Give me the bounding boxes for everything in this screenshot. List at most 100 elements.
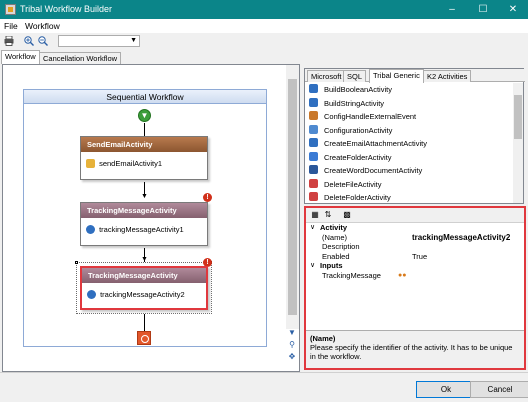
workflow-start-icon: ▼ [138,109,151,122]
property-row[interactable]: Description [306,242,524,252]
title-bar: Tribal Workflow Builder – ☐ ✕ [0,0,528,19]
sequential-workflow[interactable]: Sequential Workflow ▼ SendEmailActivity … [23,89,267,347]
activity-type-label: SendEmailActivity [81,137,207,152]
categorized-view-icon[interactable]: ▦ [310,210,320,220]
sequential-workflow-header: Sequential Workflow [24,90,266,104]
toolbox-list: BuildBooleanActivity BuildStringActivity C… [305,83,513,203]
scrollbar-thumb[interactable] [288,79,297,315]
toolbox-item[interactable]: DeleteFolderActivity [305,191,513,203]
zoom-in-icon[interactable] [24,36,34,46]
minimize-button[interactable]: – [437,0,467,19]
email-activity-icon [86,159,95,168]
toolbox-item-label: CreateWordDocumentActivity [324,166,423,175]
property-name: (Name) [322,232,348,242]
tab-tribal-generic[interactable]: Tribal Generic [369,69,424,83]
toolbox-item[interactable]: CreateWordDocumentActivity [305,164,513,178]
chevron-down-icon[interactable]: ▼ [130,37,137,44]
toolbox-item-label: ConfigurationActivity [324,125,393,135]
activity-name-label: sendEmailActivity1 [99,159,163,168]
print-icon[interactable] [4,36,14,46]
tab-workflow[interactable]: Workflow [1,50,40,64]
scrollbar-thumb[interactable] [514,95,522,139]
tab-sql[interactable]: SQL [343,70,367,82]
toolbox-item-label: DeleteFolderActivity [324,193,391,202]
property-pages-icon[interactable]: ▩ [342,210,352,220]
category-name: Activity [320,223,348,232]
toolbar: ▼ [0,33,528,49]
menu-workflow[interactable]: Workflow [25,21,60,31]
activity-name-label: trackingMessageActivity2 [100,290,185,299]
cancel-button[interactable]: Cancel [470,381,528,398]
config-gear-icon [309,124,318,134]
activity-type-label: TrackingMessageActivity [82,268,206,283]
arrow-down-icon: ▼ [141,193,148,200]
property-row[interactable]: Enabled True [306,252,524,262]
toolbox-item-label: DeleteFileActivity [324,179,382,189]
designer-vertical-scrollbar[interactable] [286,65,299,329]
tab-cancellation-workflow[interactable]: Cancellation Workflow [39,52,122,64]
property-row[interactable]: (Name) trackingMessageActivity2 [306,233,524,243]
info-icon [87,290,96,299]
event-handler-icon [309,111,318,120]
category-name: Inputs [320,261,343,270]
zoom-out-icon[interactable] [38,36,48,46]
workflow-end-icon [137,331,151,345]
toolbox-tabs: Microsoft SQL Tribal Generic K2 Activiti… [305,69,525,83]
maximize-button[interactable]: ☐ [468,0,498,19]
error-badge-icon[interactable]: ! [203,193,212,202]
activity-type-label: TrackingMessageActivity [81,203,207,218]
toolbox-item-label: CreateEmailAttachmentActivity [324,139,427,148]
menu-file[interactable]: File [4,21,18,31]
zoom-combo[interactable]: ▼ [58,35,140,47]
activity-name-label: trackingMessageActivity1 [99,225,184,234]
tab-microsoft[interactable]: Microsoft [307,70,346,82]
designer-navigation: ▼ ⚲ ✥ [286,328,300,370]
property-value[interactable]: trackingMessageActivity2 [412,233,510,243]
property-category[interactable]: ∨ Inputs [306,261,524,271]
connector-line [144,123,145,136]
toolbox-item[interactable]: BuildBooleanActivity [305,83,513,97]
toolbox-item[interactable]: ConfigurationActivity [305,124,513,138]
toolbox-item[interactable]: DeleteFileActivity [305,178,513,192]
toolbox-item[interactable]: ConfigHandleExternalEvent [305,110,513,124]
ok-button[interactable]: Ok [416,381,476,398]
collapse-icon[interactable]: ∨ [310,223,315,233]
toolbox-item-label: ConfigHandleExternalEvent [324,112,417,121]
blue-activity-icon [309,84,318,93]
blue-activity-icon [309,138,318,147]
collapse-icon[interactable]: ∨ [310,261,315,271]
property-grid: ▦ ⇅ ▩ ∨ Activity (Name) trackingMessageActi… [304,206,526,370]
alphabetical-sort-icon[interactable]: ⇅ [323,210,333,220]
document-tabs: Workflow Cancellation Workflow [0,50,300,64]
property-category[interactable]: ∨ Activity [306,223,524,233]
property-description: (Name) Please specify the identifier of … [306,330,524,368]
toolbox-vertical-scrollbar[interactable] [513,83,523,203]
zoom-icon[interactable]: ⚲ [286,340,298,350]
app-icon [5,4,16,15]
tab-k2-activities[interactable]: K2 Activities [423,70,472,82]
activity-tracking-message-2[interactable]: TrackingMessageActivity trackingMessageA… [80,266,208,310]
property-name: Enabled [322,251,350,261]
connector-line [144,314,145,331]
blue-activity-icon [309,97,318,107]
toolbox-item[interactable]: CreateEmailAttachmentActivity [305,137,513,151]
binding-icon[interactable]: ●● [398,271,406,281]
workflow-designer[interactable]: Sequential Workflow ▼ SendEmailActivity … [2,64,300,372]
activity-send-email[interactable]: SendEmailActivity sendEmailActivity1 [80,136,208,180]
toolbox-item[interactable]: CreateFolderActivity [305,151,513,165]
property-row[interactable]: TrackingMessage ●● [306,271,524,281]
pan-icon[interactable]: ✥ [286,352,298,362]
property-list: ∨ Activity (Name) trackingMessageActivity2 D… [306,223,524,280]
toolbox-item-label: CreateFolderActivity [324,152,392,162]
selection-handle[interactable] [75,261,78,264]
property-value[interactable]: True [412,252,427,262]
dialog-buttons: Ok Cancel [0,372,528,402]
toolbox-panel: Microsoft SQL Tribal Generic K2 Activiti… [304,68,525,204]
property-name: Description [322,242,360,251]
scroll-down-icon[interactable]: ▼ [286,328,298,338]
delete-folder-icon [309,192,318,201]
delete-file-icon [309,178,318,188]
toolbox-item[interactable]: BuildStringActivity [305,97,513,111]
activity-tracking-message-1[interactable]: TrackingMessageActivity trackingMessageA… [80,202,208,246]
close-button[interactable]: ✕ [498,0,528,19]
